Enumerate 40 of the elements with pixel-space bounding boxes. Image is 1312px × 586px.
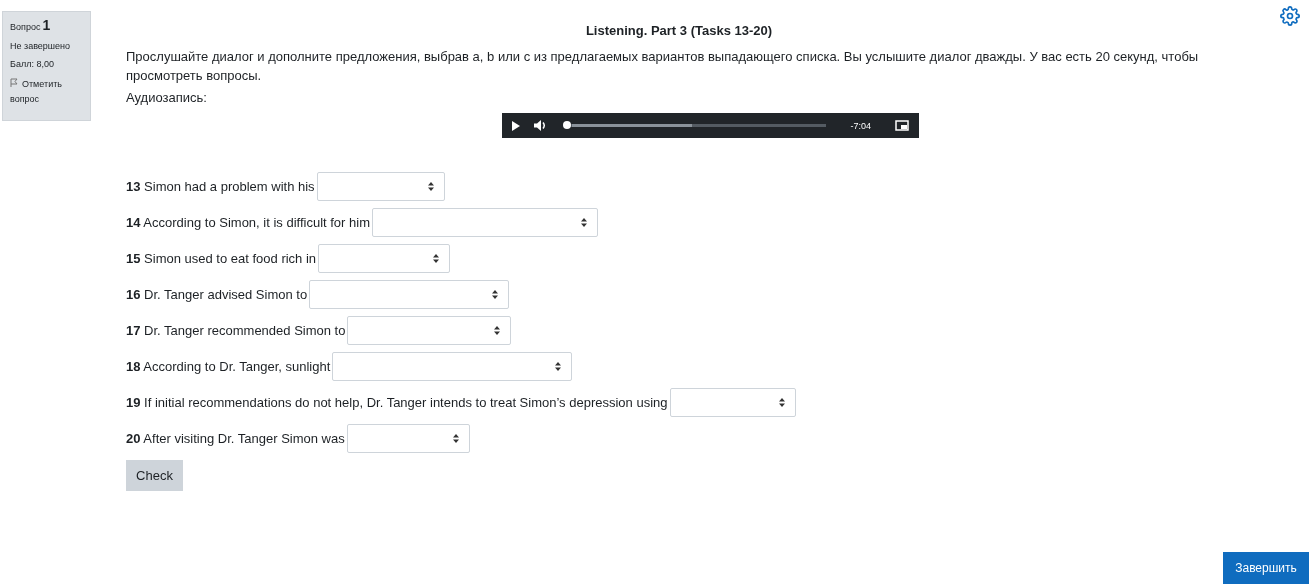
question-text: 18 According to Dr. Tanger, sunlight — [126, 359, 331, 374]
question-text: 19 If initial recommendations do not help, Dr. Tanger intends to treat Simon’s depression using — [126, 395, 668, 410]
check-button[interactable]: Check — [126, 460, 183, 491]
sort-arrows-icon — [492, 290, 499, 299]
sort-arrows-icon — [452, 434, 459, 443]
sort-arrows-icon — [427, 182, 434, 191]
question-score: Балл: 8,00 — [10, 59, 55, 69]
question-text: 13 Simon had a problem with his — [126, 179, 315, 194]
question-text: 14 According to Simon, it is difficult for him — [126, 215, 370, 230]
answer-dropdown[interactable] — [316, 172, 445, 201]
answer-dropdown[interactable] — [309, 280, 510, 309]
settings-icon[interactable] — [1280, 6, 1300, 26]
question-status: Не завершено — [10, 41, 72, 51]
sort-arrows-icon — [778, 398, 785, 407]
sort-arrows-icon — [581, 218, 587, 227]
picture-in-picture-icon[interactable] — [895, 120, 909, 131]
sort-arrows-icon — [494, 326, 501, 335]
play-icon[interactable] — [512, 120, 520, 131]
progress-thumb[interactable] — [563, 121, 571, 129]
flag-question-link[interactable]: Отметить вопрос — [10, 77, 90, 107]
question-number: Вопрос 1 — [10, 17, 52, 33]
answer-dropdown[interactable] — [372, 208, 598, 237]
answer-dropdown[interactable] — [346, 424, 470, 453]
answer-dropdown[interactable] — [669, 388, 796, 417]
question-text: 20 After visiting Dr. Tanger Simon was — [126, 431, 345, 446]
question-text: 15 Simon used to eat food rich in — [126, 251, 317, 266]
sort-arrows-icon — [555, 362, 562, 371]
answer-dropdown[interactable] — [347, 316, 512, 345]
finish-button[interactable]: Завершить — [1223, 552, 1309, 584]
flag-icon — [10, 78, 18, 87]
volume-icon[interactable] — [534, 120, 547, 131]
time-remaining: -7:04 — [850, 120, 871, 131]
answer-dropdown[interactable] — [332, 352, 573, 381]
question-text: 17 Dr. Tanger recommended Simon to — [126, 323, 346, 338]
sort-arrows-icon — [433, 254, 440, 263]
question-text: 16 Dr. Tanger advised Simon to — [126, 287, 308, 302]
answer-dropdown[interactable] — [318, 244, 451, 273]
audio-label: Аудиозапись: — [126, 90, 208, 105]
question-title: Listening. Part 3 (Tasks 13-20) — [584, 23, 774, 38]
instructions-text: Прослушайте диалог и дополните предложения, выбрав a, b или c из предлагаемых вариантов выпадающего списка. Вы услышите диалог дважды. У вас есть 20 секунд, чтобы просмотреть вопросы. — [126, 48, 1200, 85]
